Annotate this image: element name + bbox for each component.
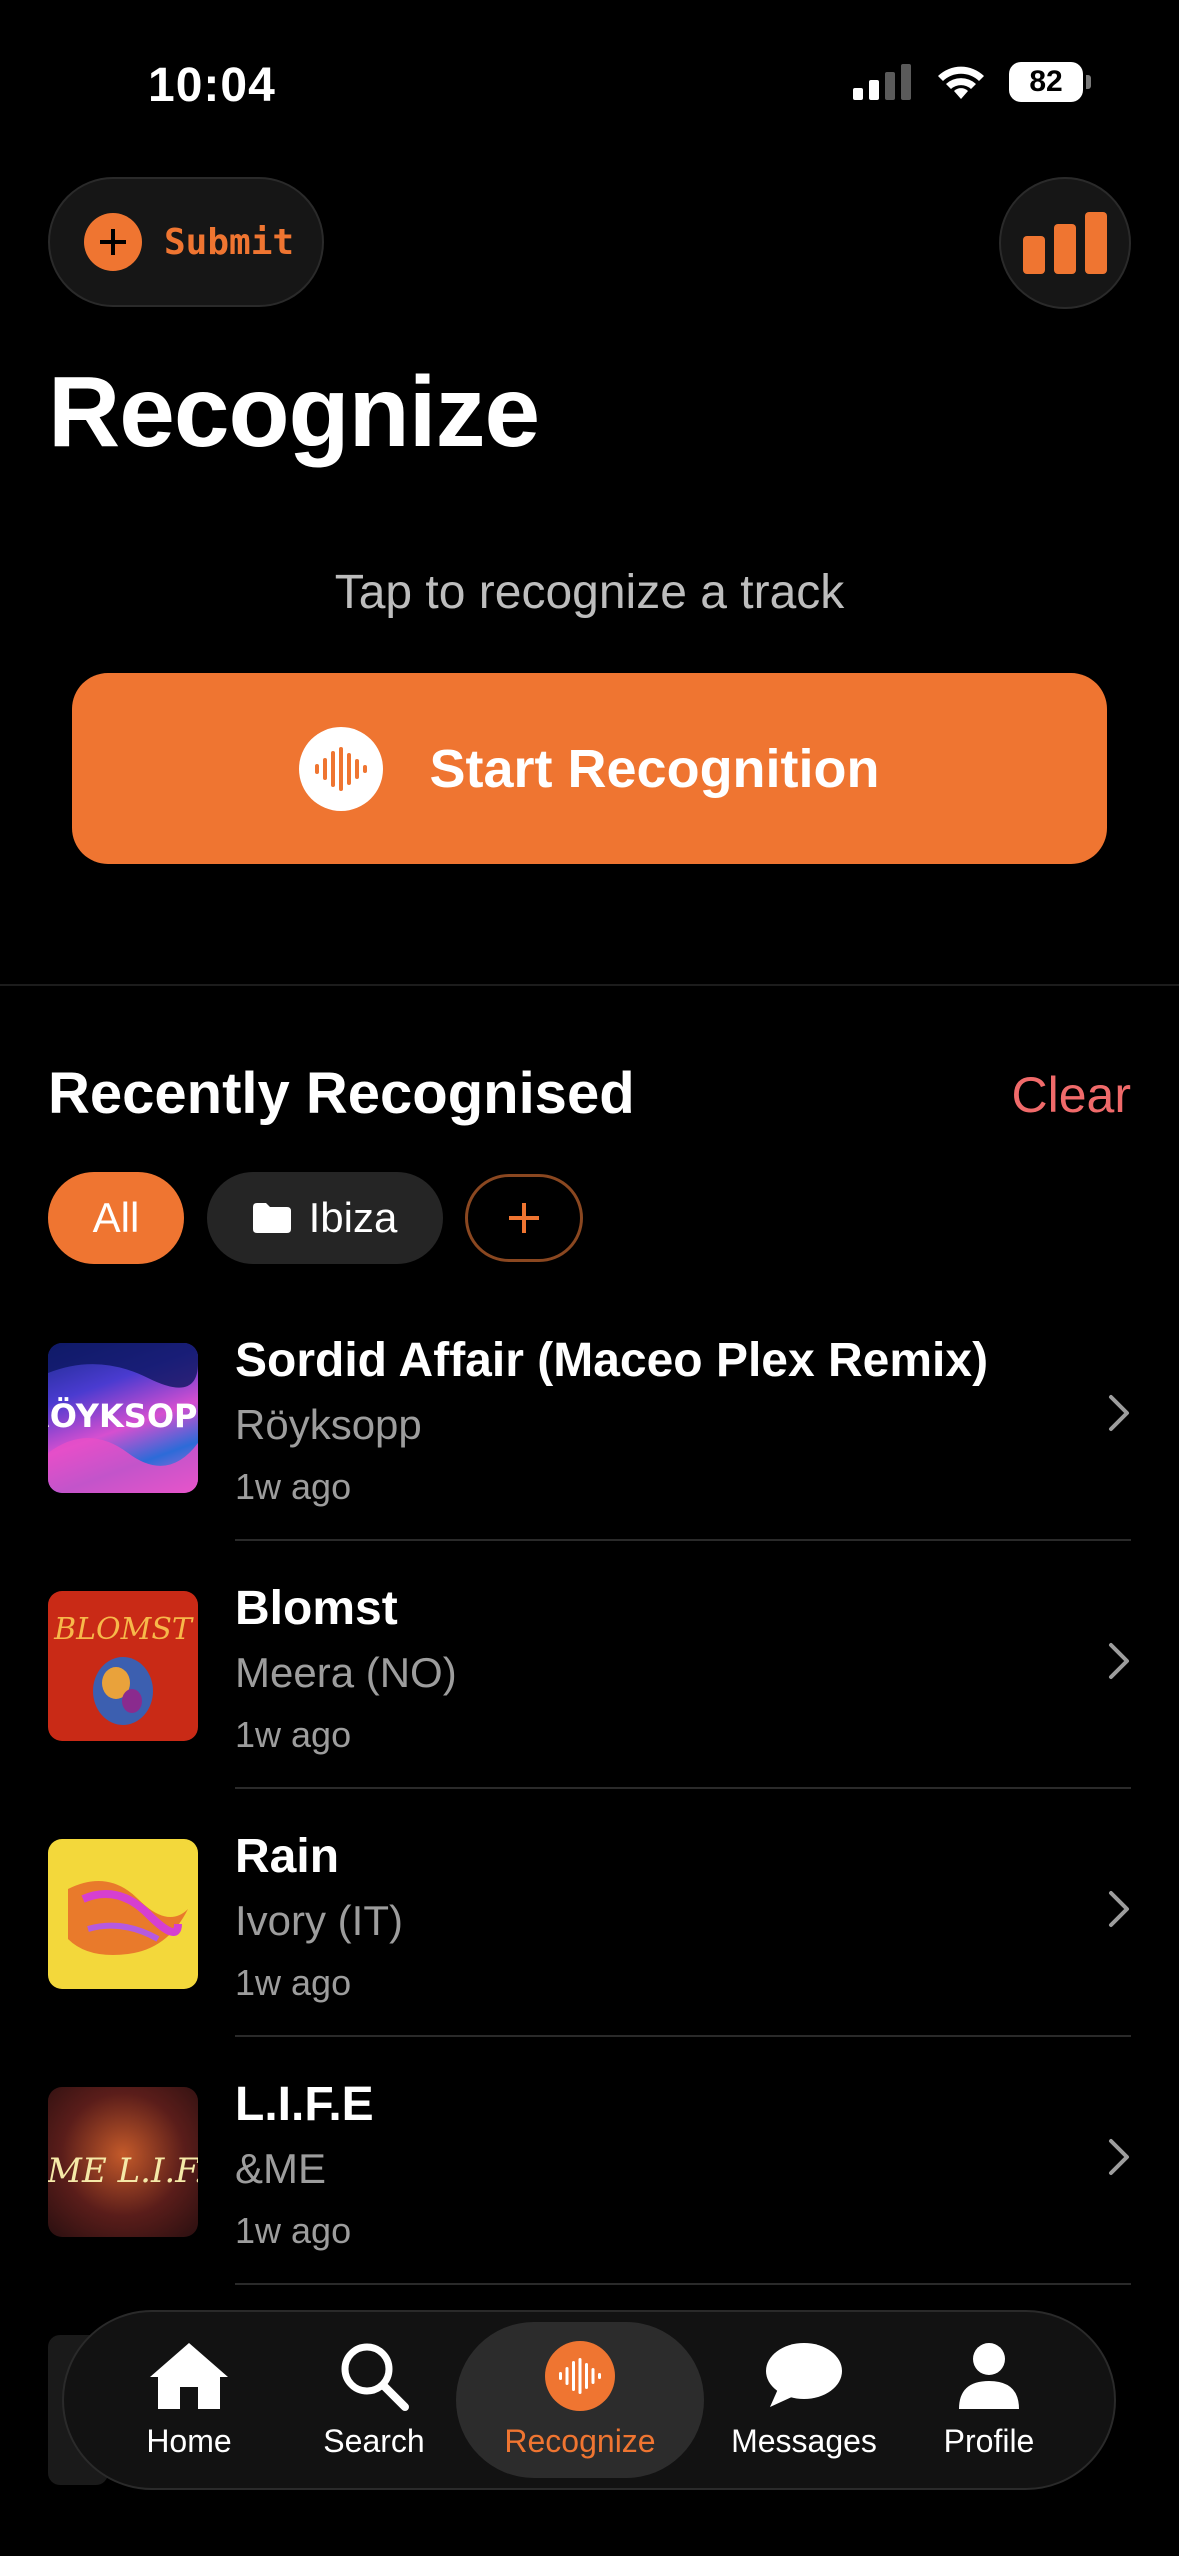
track-time: 1w ago (235, 1714, 352, 1755)
start-recognition-label: Start Recognition (429, 738, 880, 799)
tab-bar: Home Search Recognize Messages Profile (62, 2310, 1116, 2490)
track-time: 1w ago (235, 1466, 352, 1507)
plus-icon (509, 1203, 539, 1233)
submit-button[interactable]: Submit (48, 177, 324, 307)
waveform-icon (299, 726, 384, 811)
person-icon (959, 2342, 1019, 2409)
plus-icon (84, 213, 142, 271)
tab-label: Profile (943, 2422, 1035, 2459)
filter-chip-all[interactable]: All (48, 1172, 184, 1264)
album-art (48, 1839, 198, 1989)
home-icon (150, 2342, 228, 2409)
filter-chip-label: Ibiza (308, 1194, 398, 1241)
track-title: L.I.F.E (235, 2078, 374, 2131)
chevron-right-icon (1109, 1395, 1129, 1431)
tab-label: Messages (731, 2422, 877, 2459)
chevron-right-icon (1109, 2139, 1129, 2175)
add-filter-button[interactable] (465, 1174, 583, 1262)
filter-chip-label: All (92, 1194, 140, 1241)
track-artist: &ME (235, 2145, 327, 2192)
folder-icon (252, 1203, 291, 1233)
chevron-right-icon (1109, 1891, 1129, 1927)
status-icons: 82 (853, 62, 1091, 102)
page-title: Recognize (48, 356, 540, 468)
tab-profile[interactable]: Profile (924, 2312, 1054, 2488)
bar-chart-icon (1023, 212, 1107, 274)
row-separator (235, 1787, 1131, 1789)
tab-home[interactable]: Home (124, 2312, 254, 2488)
track-title: Rain (235, 1830, 340, 1883)
wifi-icon (938, 66, 984, 99)
battery-indicator: 82 (1009, 62, 1091, 102)
tab-label: Recognize (504, 2422, 656, 2459)
album-art: &ME L.I.F.E (48, 2087, 198, 2237)
waveform-icon (545, 2340, 615, 2411)
chevron-right-icon (1109, 1643, 1129, 1679)
filter-chip-ibiza[interactable]: Ibiza (207, 1172, 443, 1264)
tab-label: Search (323, 2422, 425, 2459)
status-time: 10:04 (148, 59, 276, 112)
track-artist: Meera (NO) (235, 1649, 457, 1696)
album-art-text: BLOMST (53, 1612, 194, 1647)
list-item[interactable]: BLOMST Blomst Meera (NO) 1w ago (0, 1582, 1179, 1839)
album-art: RÖYKSOPP (48, 1343, 198, 1493)
row-separator (235, 2035, 1131, 2037)
start-recognition-button[interactable]: Start Recognition (72, 673, 1107, 864)
track-title: Sordid Affair (Maceo Plex Remix) (235, 1334, 989, 1387)
clear-button[interactable]: Clear (1012, 1066, 1131, 1124)
list-item[interactable]: RÖYKSOPP Sordid Affair (Maceo Plex Remix… (0, 1334, 1179, 1591)
row-separator (235, 2283, 1131, 2285)
list-item[interactable]: Rain Ivory (IT) 1w ago (0, 1830, 1179, 2087)
album-art: BLOMST (48, 1591, 198, 1741)
section-divider (0, 984, 1179, 986)
album-art-text: RÖYKSOPP (48, 1397, 198, 1435)
tab-messages[interactable]: Messages (714, 2312, 894, 2488)
cellular-signal-icon (853, 64, 911, 100)
track-artist: Röyksopp (235, 1401, 422, 1448)
submit-label: Submit (164, 221, 295, 263)
row-separator (235, 1539, 1131, 1541)
recent-section-title: Recently Recognised (48, 1061, 635, 1126)
search-icon (341, 2343, 409, 2411)
recognize-hint: Tap to recognize a track (334, 566, 845, 619)
tab-label: Home (146, 2422, 232, 2459)
album-art-text: &ME L.I.F.E (48, 2151, 198, 2191)
tab-recognize[interactable]: Recognize (456, 2322, 704, 2478)
list-item[interactable]: &ME L.I.F.E L.I.F.E &ME 1w ago (0, 2078, 1179, 2335)
track-artist: Ivory (IT) (235, 1897, 403, 1944)
message-bubble-icon (766, 2342, 842, 2407)
track-time: 1w ago (235, 2210, 352, 2251)
tab-search[interactable]: Search (309, 2312, 439, 2488)
track-title: Blomst (235, 1582, 398, 1635)
stats-button[interactable] (999, 177, 1131, 309)
track-time: 1w ago (235, 1962, 352, 2003)
